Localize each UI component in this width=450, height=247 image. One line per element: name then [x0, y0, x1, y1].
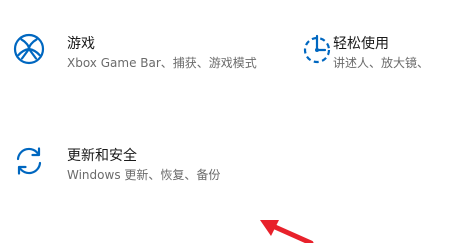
update-sync-icon: [12, 144, 46, 178]
tile-title: 更新和安全: [67, 148, 137, 164]
tile-description: Xbox Game Bar、捕获、游戏模式: [67, 56, 257, 70]
settings-tile-gaming[interactable]: 游戏 Xbox Game Bar、捕获、游戏模式: [8, 28, 268, 98]
tile-description: 讲述人、放大镜、: [333, 56, 430, 70]
tile-title: 游戏: [67, 36, 95, 52]
red-arrow-annotation: [255, 218, 315, 246]
settings-tile-ease-of-access[interactable]: 轻松使用 讲述人、放大镜、: [296, 28, 450, 98]
ease-of-access-icon: [300, 32, 334, 66]
settings-tile-update-security[interactable]: 更新和安全 Windows 更新、恢复、备份: [8, 140, 268, 196]
xbox-icon: [12, 32, 46, 66]
tile-title: 轻松使用: [333, 36, 389, 52]
tile-description: Windows 更新、恢复、备份: [67, 168, 221, 182]
